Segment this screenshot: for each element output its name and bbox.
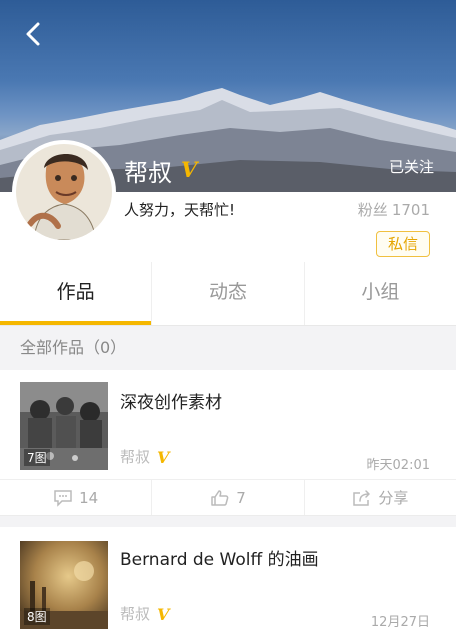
tab-activity[interactable]: 动态 xyxy=(151,262,303,325)
share-button[interactable]: 分享 xyxy=(303,480,456,515)
list-divider xyxy=(0,515,456,527)
work-author[interactable]: 帮叔 xyxy=(120,446,150,467)
follow-status-button[interactable]: 已关注 xyxy=(389,156,434,177)
like-count: 7 xyxy=(236,488,246,507)
like-button[interactable]: 7 xyxy=(151,480,303,515)
verified-badge-icon: V xyxy=(157,605,170,624)
avatar-portrait-image xyxy=(16,144,112,240)
avatar[interactable] xyxy=(12,140,116,244)
message-button[interactable]: 私信 xyxy=(376,231,430,257)
comment-count: 14 xyxy=(79,488,99,507)
tab-groups[interactable]: 小组 xyxy=(303,262,456,325)
work-title[interactable]: 深夜创作素材 xyxy=(120,388,222,413)
work-thumbnail[interactable]: 7图 xyxy=(20,382,108,470)
chevron-left-icon xyxy=(26,22,40,46)
tab-works[interactable]: 作品 xyxy=(0,262,152,325)
verified-badge-icon: V xyxy=(181,157,198,182)
comment-icon xyxy=(54,489,72,507)
verified-badge-icon: V xyxy=(157,448,170,467)
work-date: 12月27日 xyxy=(370,615,430,630)
back-button[interactable] xyxy=(18,18,48,50)
share-label: 分享 xyxy=(378,489,409,507)
share-icon xyxy=(353,489,371,506)
fans-number: 1701 xyxy=(391,201,430,219)
image-count: 7图 xyxy=(24,449,50,466)
work-author[interactable]: 帮叔 xyxy=(120,603,150,624)
fans-label: 粉丝 xyxy=(357,201,388,219)
work-title[interactable]: Bernard de Wolff 的油画 xyxy=(120,545,319,570)
profile-slogan: 人努力，天帮忙! xyxy=(124,201,236,219)
thumbs-up-icon xyxy=(211,489,229,506)
work-item[interactable]: 7图 深夜创作素材 帮叔 V 昨天02:01 14 7 分享 xyxy=(0,370,456,515)
work-date: 昨天02:01 xyxy=(366,458,430,473)
section-title: 全部作品（0） xyxy=(0,326,456,370)
work-item[interactable]: 8图 Bernard de Wolff 的油画 帮叔 V 12月27日 xyxy=(0,527,456,634)
fans-count: 粉丝 1701 xyxy=(358,199,430,220)
user-name: 帮叔 xyxy=(124,159,172,187)
profile-tabs: 作品 动态 小组 xyxy=(0,262,456,326)
image-count: 8图 xyxy=(24,608,50,625)
work-actions: 14 7 分享 xyxy=(0,479,456,515)
work-thumbnail[interactable]: 8图 xyxy=(20,541,108,629)
comment-button[interactable]: 14 xyxy=(0,480,151,515)
